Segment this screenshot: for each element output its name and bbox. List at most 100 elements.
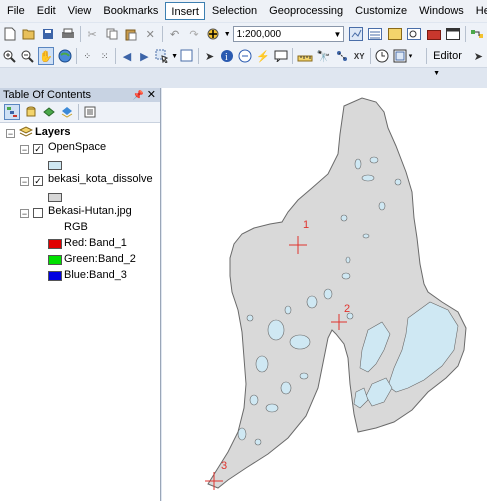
list-by-visibility-icon[interactable] — [42, 105, 56, 119]
collapse-toggle[interactable]: − — [20, 145, 29, 155]
green-band-label: Green: — [64, 253, 98, 265]
new-document-icon[interactable] — [2, 26, 17, 42]
map-scale-combo[interactable]: 1:200,000 ▼ — [232, 26, 345, 42]
paste-icon[interactable] — [123, 26, 138, 42]
go-to-xy-icon[interactable]: XY — [353, 48, 366, 64]
blue-band-value: Band_3 — [89, 269, 127, 281]
menu-bookmarks[interactable]: Bookmarks — [98, 2, 163, 20]
red-band-value: Band_1 — [89, 237, 127, 249]
menu-geoprocessing[interactable]: Geoprocessing — [264, 2, 348, 20]
toolbar-overflow-icon[interactable]: ▾ — [409, 52, 413, 60]
search-window-icon[interactable] — [407, 26, 422, 42]
menu-file[interactable]: File — [2, 2, 30, 20]
select-dropdown-icon[interactable]: ▼ — [171, 53, 178, 60]
layers-root-label[interactable]: Layers — [35, 125, 70, 139]
options-icon[interactable] — [83, 105, 97, 119]
time-slider-icon[interactable] — [375, 48, 389, 64]
arctoolbox-icon[interactable] — [426, 26, 441, 42]
menu-selection[interactable]: Selection — [207, 2, 262, 20]
identify-icon[interactable]: i — [220, 48, 234, 64]
select-elements-icon[interactable]: ➤ — [203, 48, 216, 64]
layer-visibility-checkbox[interactable]: ✓ — [33, 144, 43, 154]
arcmap-window: File Edit View Bookmarks Insert Selectio… — [0, 0, 487, 501]
copy-icon[interactable] — [104, 26, 119, 42]
print-icon[interactable] — [60, 26, 75, 42]
full-extent-icon[interactable] — [58, 48, 72, 64]
menu-edit[interactable]: Edit — [32, 2, 61, 20]
layer-name-bekasi-hutan[interactable]: Bekasi-Hutan.jpg — [48, 204, 132, 218]
catalog-icon[interactable] — [387, 26, 402, 42]
map-canvas[interactable] — [162, 88, 487, 501]
create-viewer-window-icon[interactable] — [393, 48, 407, 64]
add-data-dropdown-icon[interactable]: ▼ — [224, 31, 231, 38]
forward-extent-icon[interactable]: ▶ — [138, 48, 151, 64]
red-band-swatch — [48, 239, 62, 249]
redo-icon[interactable]: ↷ — [186, 26, 201, 42]
control-point-label-1: 1 — [303, 219, 310, 231]
menu-customize[interactable]: Customize — [350, 2, 412, 20]
select-features-icon[interactable] — [155, 48, 169, 64]
bekasi-region-polygon[interactable] — [207, 97, 467, 489]
save-icon[interactable] — [41, 26, 56, 42]
back-extent-icon[interactable]: ◀ — [120, 48, 133, 64]
model-builder-icon[interactable] — [470, 26, 485, 42]
clear-selection-icon[interactable] — [180, 48, 194, 64]
editor-label: Editor — [433, 50, 462, 62]
measure-icon[interactable] — [297, 48, 313, 64]
list-by-drawing-order-icon[interactable] — [4, 104, 20, 120]
map-view[interactable]: 1 2 3 — [162, 88, 487, 501]
editor-toolbar-icon[interactable] — [348, 26, 364, 42]
menu-bar: File Edit View Bookmarks Insert Selectio… — [0, 0, 487, 22]
layer-visibility-checkbox[interactable]: ✓ — [33, 176, 43, 186]
menu-insert[interactable]: Insert — [165, 2, 205, 20]
toc-toolbar — [0, 102, 160, 123]
collapse-toggle[interactable]: − — [20, 209, 29, 219]
layers-frame-icon — [18, 125, 34, 139]
fixed-zoom-in-icon[interactable]: ⁘ — [81, 48, 94, 64]
layer-name-openspace[interactable]: OpenSpace — [48, 140, 106, 154]
layer-name-bekasi-kota-dissolve[interactable]: bekasi_kota_dissolve — [48, 172, 153, 186]
pin-icon[interactable]: 📌 — [133, 88, 144, 102]
openspace-symbol-swatch[interactable] — [48, 161, 62, 170]
list-by-selection-icon[interactable] — [60, 105, 74, 119]
editor-menu-button[interactable]: Editor ▼ — [433, 48, 466, 77]
add-data-icon[interactable] — [206, 26, 222, 42]
pan-hand-icon[interactable]: ✋ — [38, 47, 54, 65]
undo-icon[interactable]: ↶ — [167, 26, 182, 42]
green-band-value: Band_2 — [98, 253, 136, 265]
menu-windows[interactable]: Windows — [414, 2, 469, 20]
blue-band-label: Blue: — [64, 269, 90, 281]
cut-icon[interactable]: ✂ — [84, 26, 99, 42]
menu-view[interactable]: View — [63, 2, 97, 20]
standard-toolbar: ✂ ✕ ↶ ↷ ▼ 1:200,000 ▼ — [0, 23, 487, 46]
list-by-source-icon[interactable] — [24, 105, 38, 119]
bekasi-symbol-swatch[interactable] — [48, 193, 62, 202]
delete-icon[interactable]: ✕ — [143, 26, 158, 42]
toc-title: Table Of Contents — [3, 89, 92, 101]
open-folder-icon[interactable] — [21, 26, 36, 42]
map-tips-icon[interactable] — [274, 48, 288, 64]
collapse-toggle[interactable]: − — [20, 177, 29, 187]
chevron-down-icon: ▼ — [433, 70, 441, 77]
find-icon[interactable]: 🔭 — [317, 48, 331, 64]
close-icon[interactable]: ✕ — [147, 88, 156, 102]
toolbar-separator — [79, 26, 81, 42]
toolbar-separator — [115, 48, 117, 64]
table-of-contents-icon[interactable] — [368, 26, 383, 42]
menu-help[interactable]: Help — [471, 2, 487, 20]
python-window-icon[interactable] — [445, 26, 460, 42]
zoom-in-icon[interactable] — [2, 48, 16, 64]
find-route-icon[interactable] — [335, 48, 349, 64]
zoom-out-icon[interactable] — [20, 48, 34, 64]
html-popup-icon[interactable] — [238, 48, 252, 64]
table-of-contents-panel: Table Of Contents 📌 ✕ − Layers − ✓ OpenS… — [0, 88, 161, 501]
hyperlink-icon[interactable]: ⚡ — [256, 48, 270, 64]
control-point-label-3: 3 — [221, 460, 228, 472]
layer-visibility-checkbox[interactable] — [33, 208, 43, 218]
collapse-toggle[interactable]: − — [6, 129, 15, 139]
toolbar-separator — [426, 48, 428, 64]
toolbar-separator — [78, 104, 79, 120]
edit-tool-icon[interactable]: ➤ — [472, 48, 485, 64]
tools-toolbar: ✋ ⁘ ⁙ ◀ ▶ ▼ ➤ i ⚡ 🔭 XY ▾ Editor ▼ ➤ — [0, 45, 487, 77]
fixed-zoom-out-icon[interactable]: ⁙ — [98, 48, 111, 64]
